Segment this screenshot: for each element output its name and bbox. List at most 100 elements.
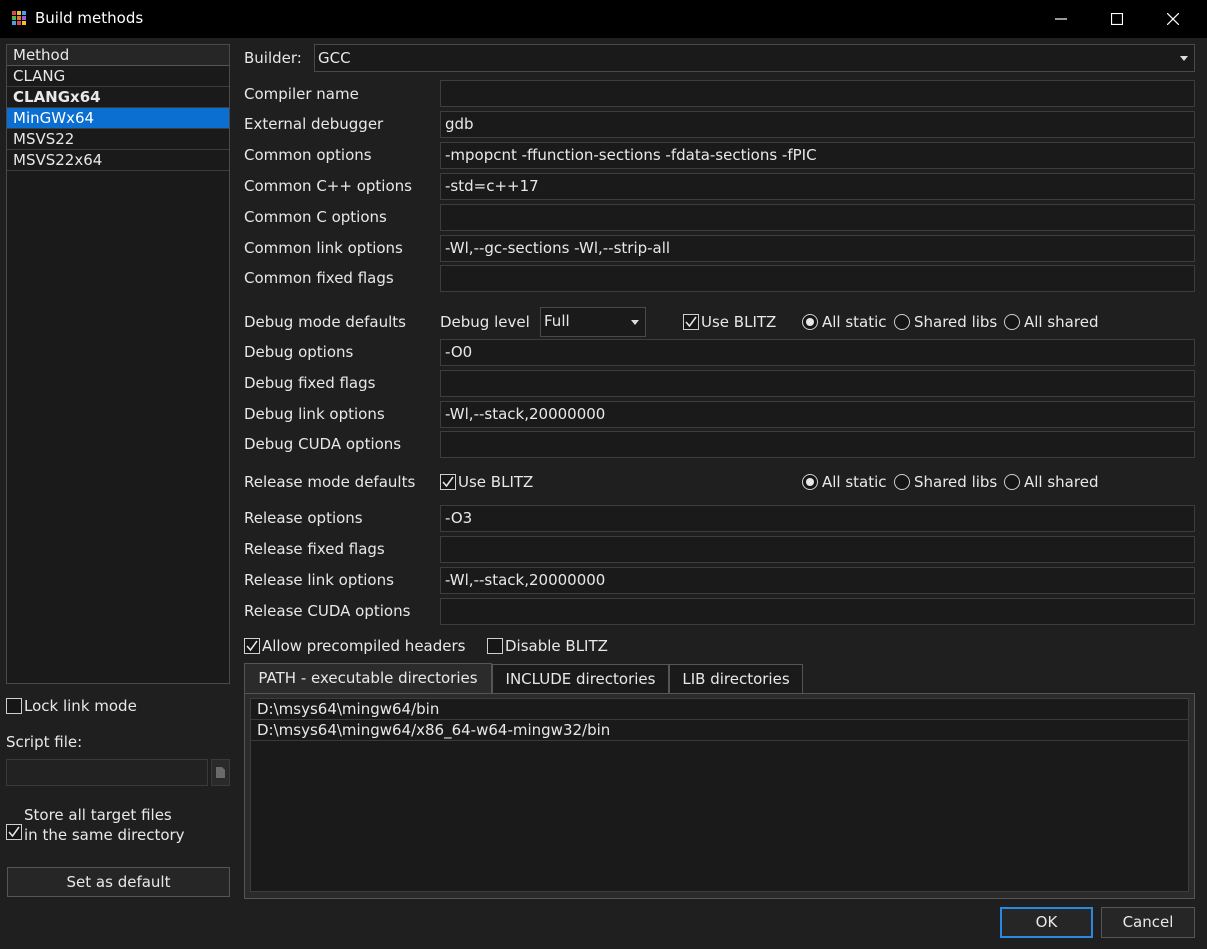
checkmark-icon — [8, 826, 20, 838]
common-cpp-options-input[interactable]: -std=c++17 — [440, 173, 1195, 200]
close-icon — [1167, 13, 1179, 25]
radio-icon[interactable] — [894, 314, 910, 330]
compiler-name-input[interactable] — [440, 80, 1195, 107]
common-cpp-options-label: Common C++ options — [244, 177, 412, 195]
release-all-shared-radio[interactable]: All shared — [1004, 472, 1098, 492]
tab-lib-directories[interactable]: LIB directories — [669, 664, 803, 694]
radio-selected-icon[interactable] — [802, 474, 818, 490]
window-title: Build methods — [35, 9, 144, 27]
method-item-clangx64[interactable]: CLANGx64 — [7, 87, 229, 108]
checkbox-box[interactable] — [6, 824, 22, 840]
external-debugger-input[interactable]: gdb — [440, 111, 1195, 138]
disable-blitz-checkbox[interactable]: Disable BLITZ — [487, 636, 608, 656]
method-item-msvs22x64[interactable]: MSVS22x64 — [7, 150, 229, 171]
method-list[interactable]: Method CLANG CLANGx64 MinGWx64 MSVS22 MS… — [6, 44, 230, 684]
method-item-msvs22[interactable]: MSVS22 — [7, 129, 229, 150]
debug-level-value: Full — [544, 312, 570, 330]
title-bar[interactable] — [0, 0, 1207, 38]
browse-file-button[interactable] — [211, 759, 230, 786]
script-file-label: Script file: — [6, 733, 83, 751]
radio-icon[interactable] — [894, 474, 910, 490]
lock-link-mode-checkbox[interactable]: Lock link mode — [6, 696, 137, 716]
method-item-clang[interactable]: CLANG — [7, 66, 229, 87]
debug-use-blitz-checkbox[interactable]: Use BLITZ — [683, 312, 776, 332]
script-file-input[interactable] — [6, 759, 208, 786]
debug-fixed-flags-label: Debug fixed flags — [244, 374, 376, 392]
debug-link-options-label: Debug link options — [244, 405, 385, 423]
release-use-blitz-label: Use BLITZ — [458, 473, 534, 491]
debug-defaults-label: Debug mode defaults — [244, 313, 406, 331]
checkbox-box[interactable] — [487, 638, 503, 654]
common-fixed-flags-label: Common fixed flags — [244, 269, 394, 287]
store-targets-label-line2: in the same directory — [24, 826, 185, 844]
debug-use-blitz-label: Use BLITZ — [701, 313, 777, 331]
common-fixed-flags-input[interactable] — [440, 265, 1195, 292]
minimize-button[interactable] — [1033, 0, 1089, 38]
precompiled-headers-label: Allow precompiled headers — [262, 637, 466, 655]
precompiled-headers-checkbox[interactable]: Allow precompiled headers — [244, 636, 465, 656]
builder-value: GCC — [318, 49, 351, 67]
path-entry[interactable]: D:\msys64\mingw64/x86_64-w64-mingw32/bin — [251, 720, 1188, 741]
release-all-static-radio[interactable]: All static — [802, 472, 887, 492]
common-options-label: Common options — [244, 146, 372, 164]
debug-level-select[interactable]: Full — [540, 307, 646, 337]
release-shared-libs-radio[interactable]: Shared libs — [894, 472, 997, 492]
release-link-options-label: Release link options — [244, 571, 394, 589]
debug-all-shared-radio[interactable]: All shared — [1004, 312, 1098, 332]
maximize-button[interactable] — [1089, 0, 1145, 38]
builder-label: Builder: — [244, 49, 302, 67]
debug-options-label: Debug options — [244, 343, 354, 361]
debug-all-static-radio[interactable]: All static — [802, 312, 887, 332]
tab-path-directories[interactable]: PATH - executable directories — [244, 663, 492, 694]
tab-include-directories[interactable]: INCLUDE directories — [492, 664, 669, 694]
release-use-blitz-checkbox[interactable]: Use BLITZ — [440, 472, 533, 492]
method-list-header[interactable]: Method — [7, 45, 229, 66]
store-targets-label-line1: Store all target files — [24, 806, 172, 824]
maximize-icon — [1111, 13, 1123, 25]
close-button[interactable] — [1145, 0, 1201, 38]
debug-link-options-input[interactable]: -Wl,--stack,20000000 — [440, 401, 1195, 428]
release-options-label: Release options — [244, 509, 363, 527]
common-c-options-label: Common C options — [244, 208, 387, 226]
path-list[interactable]: D:\msys64\mingw64/bin D:\msys64\mingw64/… — [250, 698, 1189, 892]
common-c-options-input[interactable] — [440, 204, 1195, 231]
release-options-input[interactable]: -O3 — [440, 505, 1195, 532]
common-link-options-label: Common link options — [244, 239, 403, 257]
release-link-options-input[interactable]: -Wl,--stack,20000000 — [440, 567, 1195, 594]
builder-select[interactable]: GCC — [314, 44, 1195, 72]
disable-blitz-label: Disable BLITZ — [505, 637, 608, 655]
set-as-default-button[interactable]: Set as default — [7, 867, 230, 897]
release-all-static-label: All static — [822, 473, 887, 491]
radio-icon[interactable] — [1004, 314, 1020, 330]
debug-cuda-options-input[interactable] — [440, 431, 1195, 458]
radio-icon[interactable] — [1004, 474, 1020, 490]
chevron-down-icon — [631, 320, 639, 325]
debug-fixed-flags-input[interactable] — [440, 370, 1195, 397]
release-all-shared-label: All shared — [1024, 473, 1099, 491]
checkbox-box[interactable] — [6, 698, 22, 714]
app-grid-icon — [12, 11, 26, 25]
external-debugger-label: External debugger — [244, 115, 384, 133]
debug-shared-libs-radio[interactable]: Shared libs — [894, 312, 997, 332]
release-cuda-options-label: Release CUDA options — [244, 602, 411, 620]
debug-shared-libs-label: Shared libs — [914, 313, 998, 331]
method-item-mingwx64[interactable]: MinGWx64 — [7, 108, 229, 129]
release-cuda-options-input[interactable] — [440, 598, 1195, 625]
ok-button[interactable]: OK — [1000, 907, 1093, 938]
lock-link-mode-label: Lock link mode — [24, 697, 137, 715]
release-fixed-flags-label: Release fixed flags — [244, 540, 385, 558]
checkbox-box[interactable] — [440, 474, 456, 490]
common-link-options-input[interactable]: -Wl,--gc-sections -Wl,--strip-all — [440, 235, 1195, 262]
radio-selected-icon[interactable] — [802, 314, 818, 330]
release-defaults-label: Release mode defaults — [244, 473, 416, 491]
cancel-button[interactable]: Cancel — [1101, 907, 1195, 938]
checkmark-icon — [442, 476, 454, 488]
checkbox-box[interactable] — [683, 314, 699, 330]
debug-options-input[interactable]: -O0 — [440, 339, 1195, 366]
common-options-input[interactable]: -mpopcnt -ffunction-sections -fdata-sect… — [440, 142, 1195, 169]
file-icon — [216, 767, 225, 778]
release-fixed-flags-input[interactable] — [440, 536, 1195, 563]
path-entry[interactable]: D:\msys64\mingw64/bin — [251, 699, 1188, 720]
checkbox-box[interactable] — [244, 638, 260, 654]
debug-cuda-options-label: Debug CUDA options — [244, 435, 402, 453]
